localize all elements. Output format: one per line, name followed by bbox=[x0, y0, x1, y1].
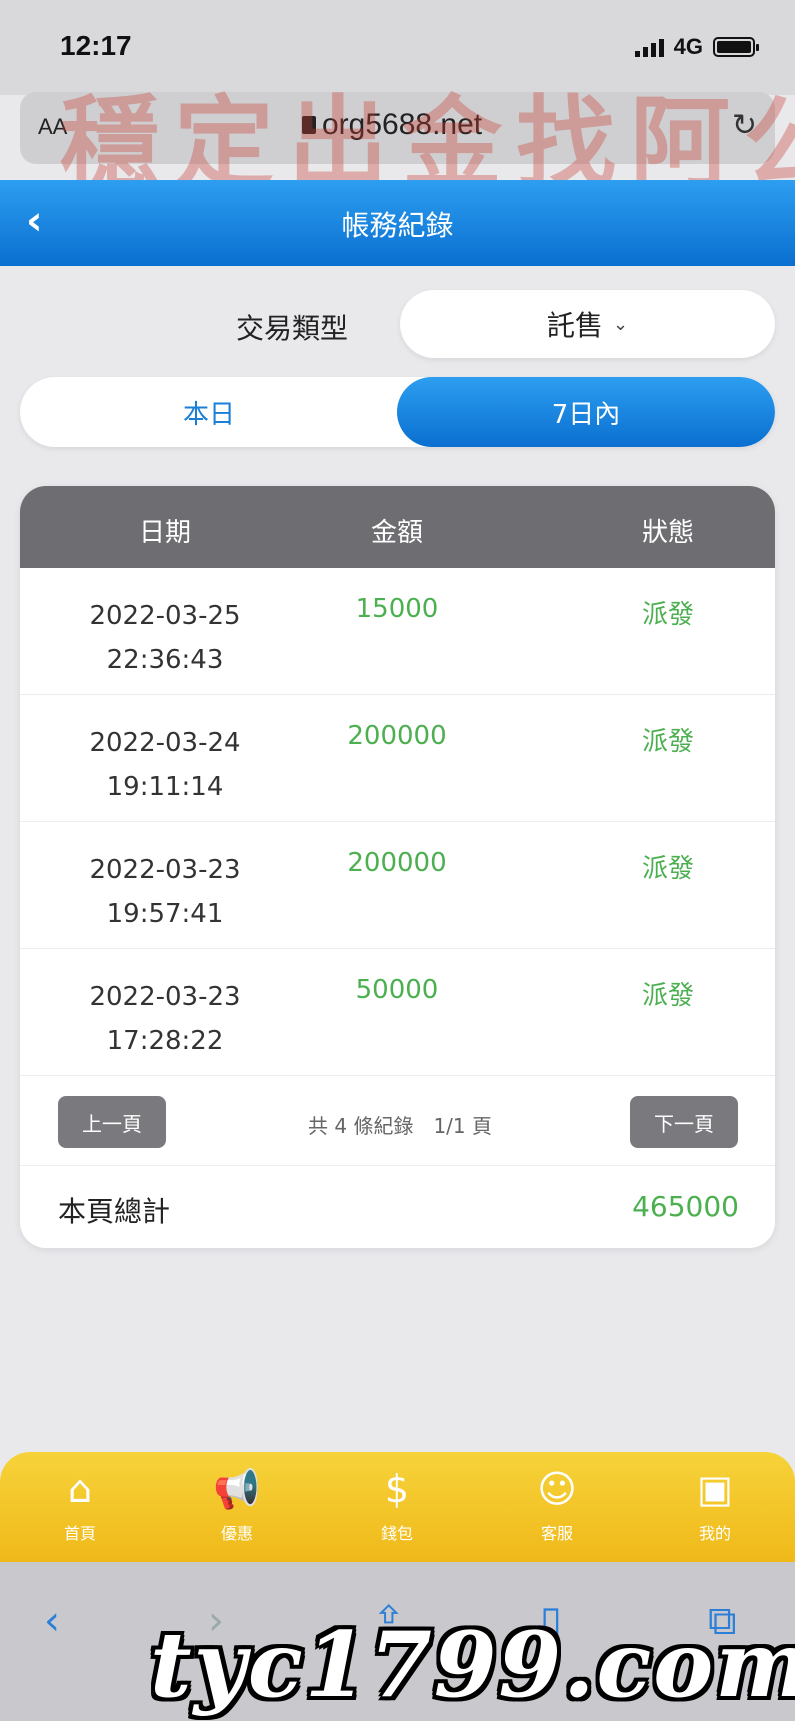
tab-promotions[interactable]: 📢 優惠 bbox=[177, 1466, 297, 1544]
table-header: 日期 金額 狀態 bbox=[20, 486, 775, 568]
chevron-down-icon: ⌄ bbox=[612, 313, 629, 335]
prev-page-button[interactable]: 上一頁 bbox=[58, 1096, 166, 1148]
pagination-info: 共 4 條紀錄 1/1 頁 bbox=[308, 1114, 492, 1138]
status-bar: 12:17 4G bbox=[0, 0, 795, 95]
row-date: 2022-03-25 bbox=[89, 601, 241, 631]
row-datetime: 2022-03-23 19:57:41 bbox=[45, 848, 285, 936]
tab-home[interactable]: ⌂ 首頁 bbox=[20, 1466, 140, 1544]
row-date: 2022-03-23 bbox=[89, 982, 241, 1012]
row-status: 派發 bbox=[641, 600, 694, 630]
row-time: 17:28:22 bbox=[106, 1026, 224, 1056]
row-amount: 200000 bbox=[347, 721, 447, 751]
date-range-segment: 本日 7日內 bbox=[20, 377, 775, 447]
row-date: 2022-03-24 bbox=[89, 728, 241, 758]
tab-wallet[interactable]: $ 錢包 bbox=[337, 1466, 457, 1544]
watermark-bottom: tyc1799.com bbox=[150, 1612, 795, 1718]
table-row: 2022-03-23 17:28:22 50000 派發 bbox=[20, 949, 775, 1076]
money-bag-icon: $ bbox=[384, 1467, 410, 1511]
megaphone-icon: 📢 bbox=[213, 1467, 261, 1511]
row-datetime: 2022-03-23 17:28:22 bbox=[45, 975, 285, 1063]
transaction-type-select[interactable]: 託售 ⌄ bbox=[400, 290, 775, 358]
tab-label: 錢包 bbox=[380, 1524, 413, 1543]
records-card: 日期 金額 狀態 2022-03-25 22:36:43 15000 派發 20… bbox=[20, 486, 775, 1248]
row-amount: 50000 bbox=[355, 975, 439, 1005]
row-time: 19:57:41 bbox=[106, 899, 224, 929]
row-time: 19:11:14 bbox=[106, 772, 224, 802]
page-total-row: 本頁總計 465000 bbox=[20, 1166, 775, 1248]
battery-icon bbox=[713, 37, 759, 57]
table-row: 2022-03-23 19:57:41 200000 派發 bbox=[20, 822, 775, 949]
bottom-tab-bar: ⌂ 首頁 📢 優惠 $ 錢包 ☺ 客服 ▣ 我的 bbox=[0, 1452, 795, 1562]
home-icon: ⌂ bbox=[67, 1467, 93, 1511]
row-date: 2022-03-23 bbox=[89, 855, 241, 885]
transaction-type-label: 交易類型 bbox=[236, 312, 349, 345]
tab-label: 首頁 bbox=[63, 1524, 96, 1543]
support-agent-icon: ☺ bbox=[537, 1467, 577, 1511]
tab-label: 我的 bbox=[698, 1524, 731, 1543]
signal-icon bbox=[634, 37, 664, 57]
pagination: 上一頁 共 4 條紀錄 1/1 頁 下一頁 bbox=[20, 1076, 775, 1166]
row-status: 派發 bbox=[641, 727, 694, 757]
browser-url-bar[interactable]: AA org5688.net ↻ bbox=[20, 92, 775, 164]
table-row: 2022-03-24 19:11:14 200000 派發 bbox=[20, 695, 775, 822]
column-header-date: 日期 bbox=[138, 518, 191, 548]
row-amount: 15000 bbox=[355, 594, 439, 624]
row-time: 22:36:43 bbox=[106, 645, 224, 675]
lock-icon bbox=[302, 116, 316, 134]
app-header: ‹ 帳務紀錄 bbox=[0, 180, 795, 266]
reload-icon[interactable]: ↻ bbox=[732, 108, 757, 143]
status-time: 12:17 bbox=[60, 30, 132, 61]
tab-profile[interactable]: ▣ 我的 bbox=[655, 1466, 775, 1544]
column-header-status: 狀態 bbox=[641, 518, 694, 548]
row-datetime: 2022-03-25 22:36:43 bbox=[45, 594, 285, 682]
profile-card-icon: ▣ bbox=[697, 1467, 733, 1511]
page-title: 帳務紀錄 bbox=[341, 209, 454, 242]
row-status: 派發 bbox=[641, 854, 694, 884]
tab-label: 客服 bbox=[540, 1524, 573, 1543]
page-total-value: 465000 bbox=[632, 1190, 739, 1223]
segment-today[interactable]: 本日 bbox=[20, 377, 398, 447]
row-datetime: 2022-03-24 19:11:14 bbox=[45, 721, 285, 809]
url-text[interactable]: org5688.net bbox=[322, 108, 482, 142]
browser-back-icon[interactable]: ‹ bbox=[44, 1598, 60, 1644]
table-row: 2022-03-25 22:36:43 15000 派發 bbox=[20, 568, 775, 695]
page-total-label: 本頁總計 bbox=[58, 1195, 171, 1228]
row-amount: 200000 bbox=[347, 848, 447, 878]
transaction-type-value: 託售 bbox=[546, 309, 603, 342]
tab-support[interactable]: ☺ 客服 bbox=[497, 1466, 617, 1544]
status-indicators: 4G bbox=[634, 34, 759, 60]
column-header-amount: 金額 bbox=[370, 518, 423, 548]
next-page-button[interactable]: 下一頁 bbox=[630, 1096, 738, 1148]
reader-mode-button[interactable]: AA bbox=[38, 114, 67, 140]
segment-7-days[interactable]: 7日內 bbox=[397, 377, 775, 447]
network-label: 4G bbox=[673, 34, 703, 59]
row-status: 派發 bbox=[641, 981, 694, 1011]
tab-label: 優惠 bbox=[220, 1524, 253, 1543]
